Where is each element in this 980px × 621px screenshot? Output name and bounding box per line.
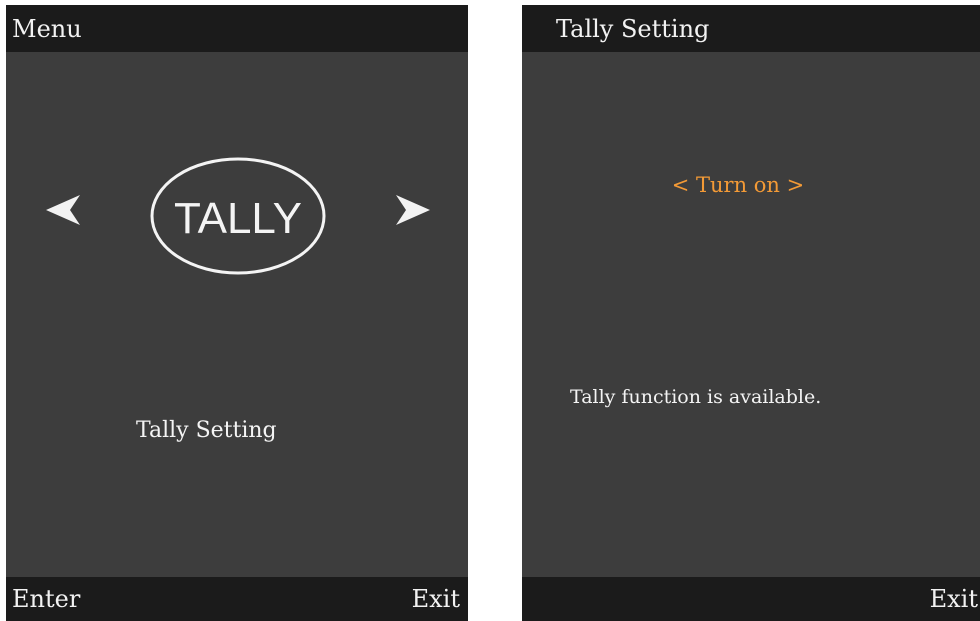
arrow-left-icon[interactable] bbox=[44, 192, 84, 228]
menu-screen: Menu TALLY Tally Setting Enter Exit bbox=[6, 5, 468, 621]
tally-setting-screen: Tally Setting < Turn on > Tally function… bbox=[522, 5, 980, 621]
tally-logo-icon: TALLY bbox=[150, 157, 326, 275]
enter-softkey[interactable]: Enter bbox=[12, 585, 80, 613]
exit-softkey[interactable]: Exit bbox=[412, 585, 460, 613]
menu-header-title: Menu bbox=[12, 15, 82, 43]
exit-softkey[interactable]: Exit bbox=[930, 585, 978, 613]
menu-header-bar: Menu bbox=[6, 5, 468, 52]
tally-setting-header-title: Tally Setting bbox=[556, 15, 710, 43]
tally-setting-footer-bar: Exit bbox=[522, 577, 980, 621]
tally-status-message: Tally function is available. bbox=[570, 386, 822, 408]
tally-setting-header-bar: Tally Setting bbox=[522, 5, 980, 52]
tally-toggle-option[interactable]: < Turn on > bbox=[522, 173, 954, 197]
menu-footer-bar: Enter Exit bbox=[6, 577, 468, 621]
arrow-right-icon[interactable] bbox=[392, 192, 432, 228]
tally-logo-text: TALLY bbox=[174, 194, 302, 243]
menu-item-label: Tally Setting bbox=[136, 418, 277, 443]
